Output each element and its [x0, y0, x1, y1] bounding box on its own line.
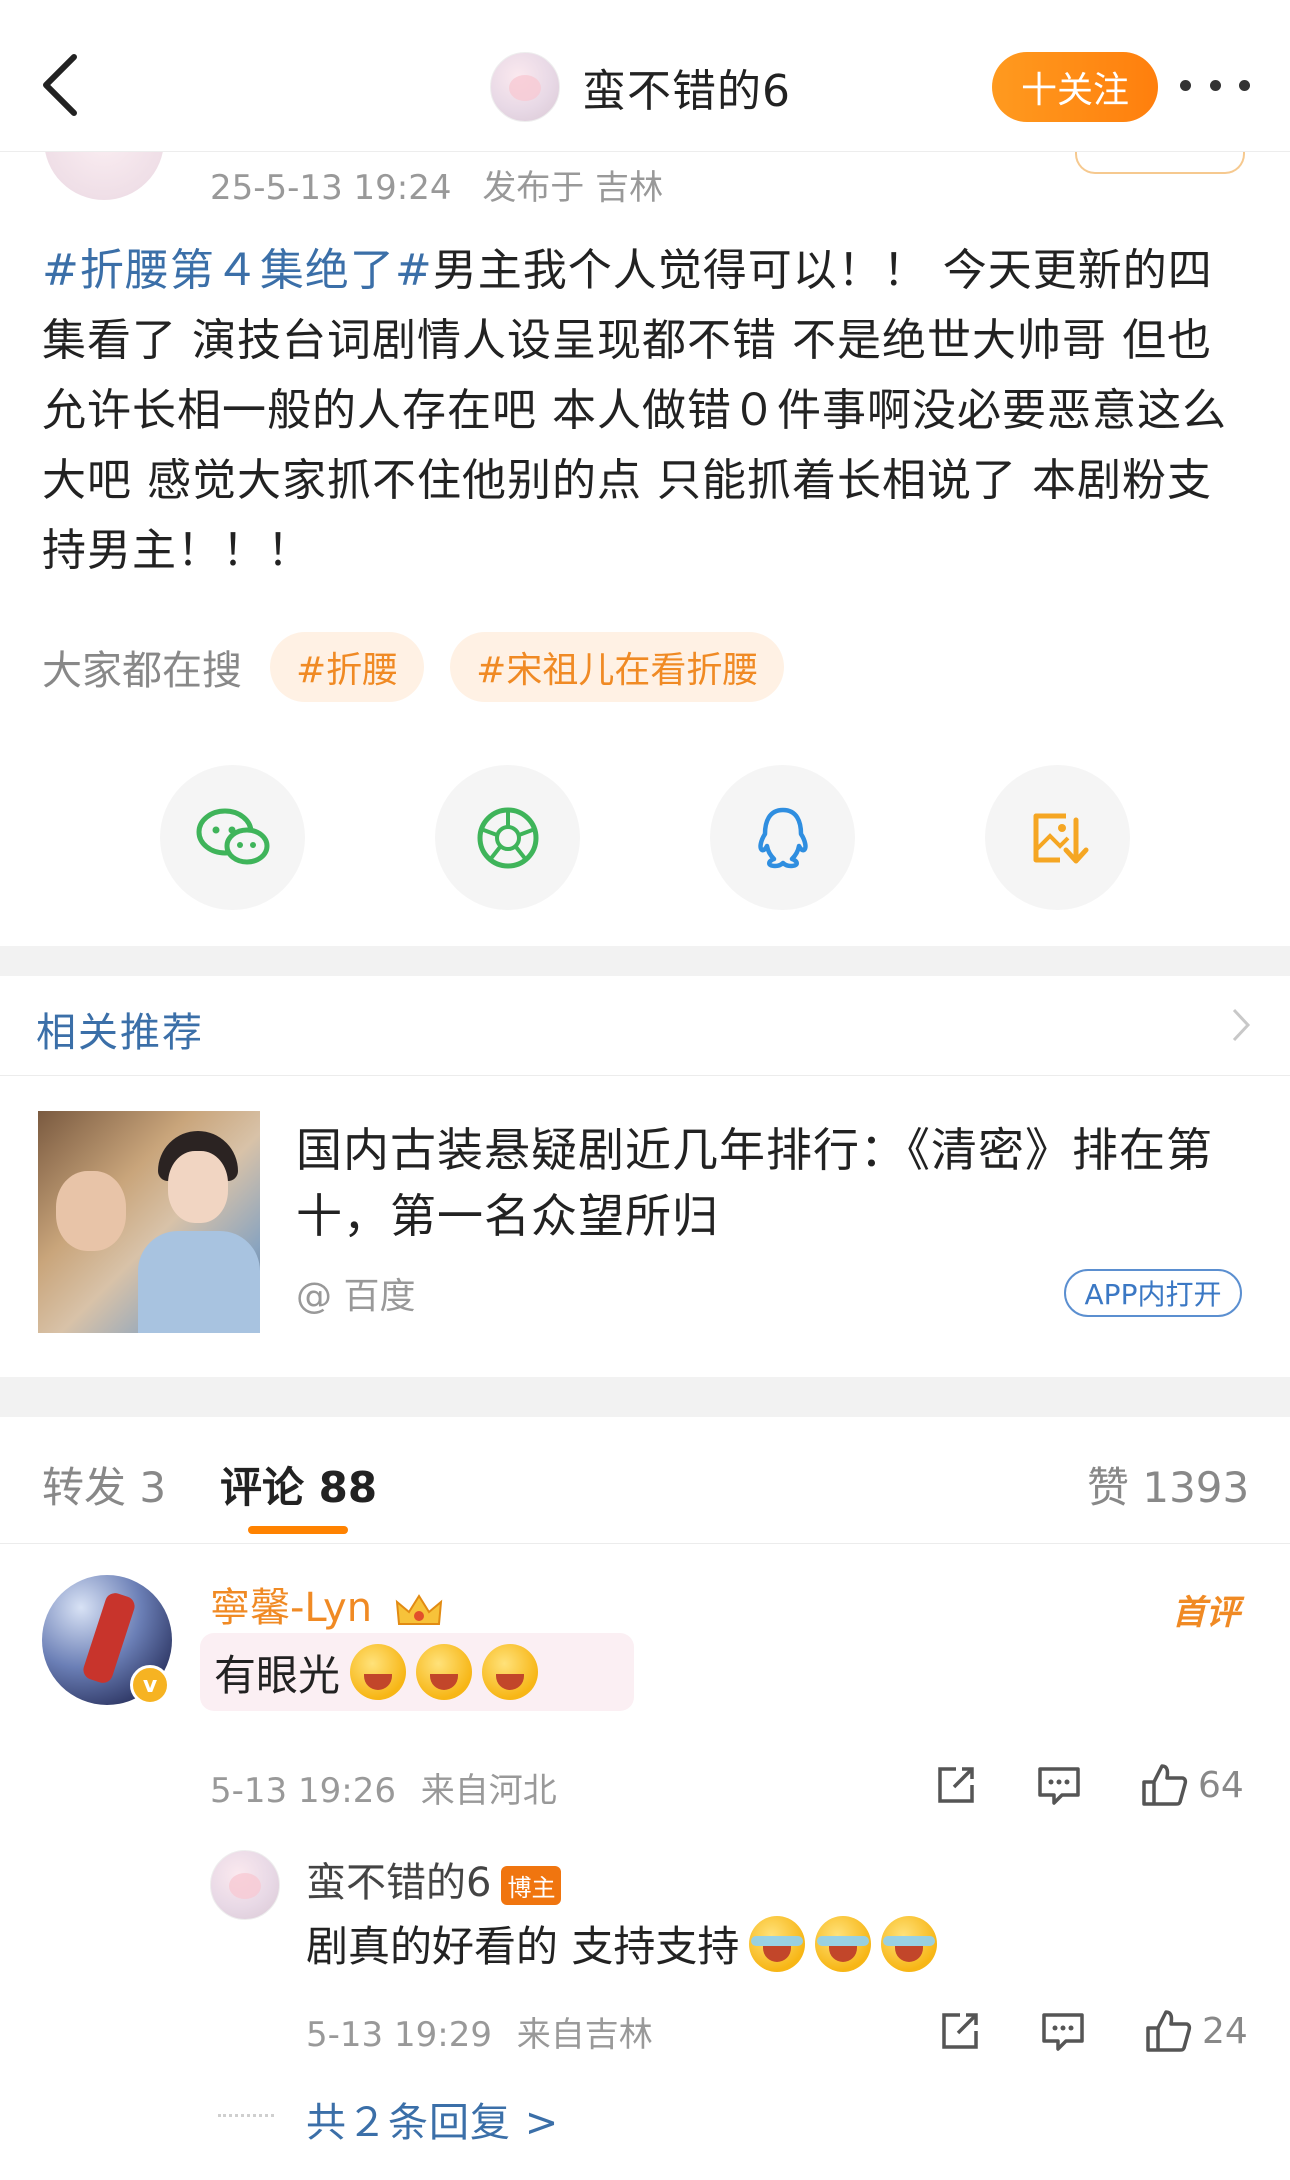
- comment-location: 来自河北: [420, 1771, 557, 1811]
- tab-likes[interactable]: 赞 1393: [1087, 1454, 1249, 1515]
- comment-meta: 5-13 19:26 来自河北: [210, 1763, 557, 1812]
- reply-author-name: 蛮不错的6: [306, 1860, 492, 1906]
- comment-like-count: 64: [1198, 1764, 1244, 1806]
- tab-repost[interactable]: 转发 3: [42, 1454, 166, 1515]
- comment-item: v 寧馨-Lyn 首评 有眼光 5-13 19:26 来自河北 64 蛮不错的6…: [0, 1545, 1290, 2180]
- post-meta: 25-5-13 19:24 发布于 吉林: [210, 160, 663, 209]
- post-author-row: 25-5-13 19:24 发布于 吉林: [0, 122, 1290, 212]
- post-hashtag[interactable]: #折腰第４集绝了#: [42, 245, 433, 296]
- thumbnail-figure: [168, 1151, 228, 1223]
- related-source: @ 百度: [296, 1276, 416, 1317]
- repost-comment-button[interactable]: [934, 1763, 978, 1807]
- thumbs-up-icon: [1142, 1764, 1188, 1806]
- save-image-icon: [1033, 813, 1088, 863]
- post-body: #折腰第４集绝了#男主我个人觉得可以！！ 今天更新的四集看了 演技台词剧情人设呈…: [42, 236, 1252, 586]
- related-heading: 相关推荐: [36, 1010, 204, 1056]
- post-time: 25-5-13 19:24: [210, 168, 452, 208]
- back-button[interactable]: [30, 50, 90, 120]
- heart-eyes-emoji-icon: [416, 1644, 473, 1700]
- heart-eyes-emoji-icon: [350, 1644, 407, 1700]
- search-chip[interactable]: #宋祖儿在看折腰: [450, 632, 785, 702]
- more-options-button[interactable]: [1180, 70, 1250, 100]
- chevron-right-icon: [1232, 1008, 1251, 1042]
- related-title[interactable]: 国内古装悬疑剧近几年排行：《清密》排在第十，第一名众望所归: [296, 1117, 1256, 1249]
- commenter-name[interactable]: 寧馨-Lyn: [210, 1575, 445, 1633]
- more-dot-icon: [1239, 79, 1250, 91]
- comment-time: 5-13 19:26: [210, 1771, 396, 1811]
- top-nav-bar: 蛮不错的6 十关注: [0, 0, 1290, 152]
- blogger-badge: 博主: [501, 1865, 562, 1905]
- reply-like-count: 24: [1202, 2010, 1248, 2052]
- thumbnail-figure: [56, 1171, 126, 1251]
- related-thumbnail[interactable]: [38, 1111, 260, 1333]
- comment-icon: [1038, 1767, 1080, 1805]
- reply-avatar[interactable]: [210, 1850, 280, 1920]
- header-avatar[interactable]: [490, 52, 560, 122]
- related-header[interactable]: 相关推荐: [0, 976, 1290, 1076]
- thumbs-up-icon: [1146, 2010, 1192, 2052]
- repost-reply-button[interactable]: [938, 2009, 982, 2053]
- reply-meta: 5-13 19:29 来自吉林: [306, 2007, 653, 2056]
- reply-divider-dots: [218, 2114, 274, 2117]
- trending-search-label: 大家都在搜: [42, 648, 242, 694]
- reply-author[interactable]: 蛮不错的6 博主: [306, 1850, 562, 1908]
- reply-actions: 24: [938, 2001, 1248, 2061]
- share-icon: [942, 2013, 978, 2049]
- moments-icon: [477, 807, 538, 868]
- reply-time: 5-13 19:29: [306, 2015, 492, 2055]
- open-in-app-button[interactable]: APP内打开: [1064, 1269, 1242, 1317]
- verified-badge-icon: v: [130, 1665, 170, 1705]
- comment-actions: 64: [934, 1755, 1244, 1815]
- heart-eyes-emoji-icon: [482, 1644, 539, 1700]
- section-divider: [0, 946, 1290, 976]
- share-icon: [938, 1767, 974, 1803]
- crown-icon: [395, 1594, 443, 1625]
- like-reply-button[interactable]: 24: [1144, 2008, 1248, 2054]
- crying-laugh-emoji-icon: [749, 1915, 806, 1972]
- header-user[interactable]: 蛮不错的6: [490, 52, 791, 122]
- tab-comments[interactable]: 评论 88: [220, 1454, 377, 1515]
- search-chip[interactable]: #折腰: [270, 632, 425, 702]
- qq-icon: [757, 807, 808, 868]
- crying-laugh-emoji-icon: [881, 1915, 938, 1972]
- view-more-replies-link[interactable]: 共２条回复 >: [306, 2090, 559, 2148]
- share-moments-button[interactable]: [435, 765, 580, 910]
- reply-comment-button[interactable]: [1036, 1763, 1082, 1807]
- like-comment-button[interactable]: 64: [1140, 1762, 1244, 1808]
- share-qq-button[interactable]: [710, 765, 855, 910]
- share-wechat-button[interactable]: [160, 765, 305, 910]
- thumbnail-figure: [138, 1231, 260, 1333]
- crying-laugh-emoji-icon: [815, 1915, 872, 1972]
- related-article[interactable]: 国内古装悬疑剧近几年排行：《清密》排在第十，第一名众望所归 @ 百度 APP内打…: [0, 1077, 1290, 1377]
- interaction-tabs: 转发 3 评论 88 赞 1393: [0, 1418, 1290, 1544]
- save-image-button[interactable]: [985, 765, 1130, 910]
- back-arrow-icon: [43, 54, 77, 116]
- reply-content: 剧真的好看的 支持支持: [306, 1913, 938, 1974]
- reply-location: 来自吉林: [516, 2015, 653, 2055]
- comment-text: 有眼光: [214, 1650, 341, 1700]
- more-dot-icon: [1180, 79, 1191, 91]
- first-comment-badge: 首评: [1172, 1593, 1240, 1633]
- active-tab-indicator: [248, 1526, 348, 1534]
- post-location: 发布于 吉林: [482, 168, 664, 208]
- more-dot-icon: [1209, 79, 1221, 91]
- commenter-name-text: 寧馨-Lyn: [210, 1585, 373, 1631]
- reply-to-reply-button[interactable]: [1040, 2009, 1086, 2053]
- trending-search-row: 大家都在搜 #折腰 #宋祖儿在看折腰: [42, 632, 810, 702]
- comment-bubble: 有眼光: [200, 1633, 634, 1711]
- reply-text: 剧真的好看的 支持支持: [306, 1922, 740, 1971]
- header-title: 蛮不错的6: [582, 66, 791, 117]
- follow-button[interactable]: 十关注: [992, 52, 1158, 122]
- avatar-figure: [80, 1590, 138, 1686]
- section-divider: [0, 1377, 1290, 1417]
- share-row: [160, 765, 1130, 910]
- wechat-icon: [196, 808, 269, 864]
- comment-icon: [1042, 2013, 1084, 2051]
